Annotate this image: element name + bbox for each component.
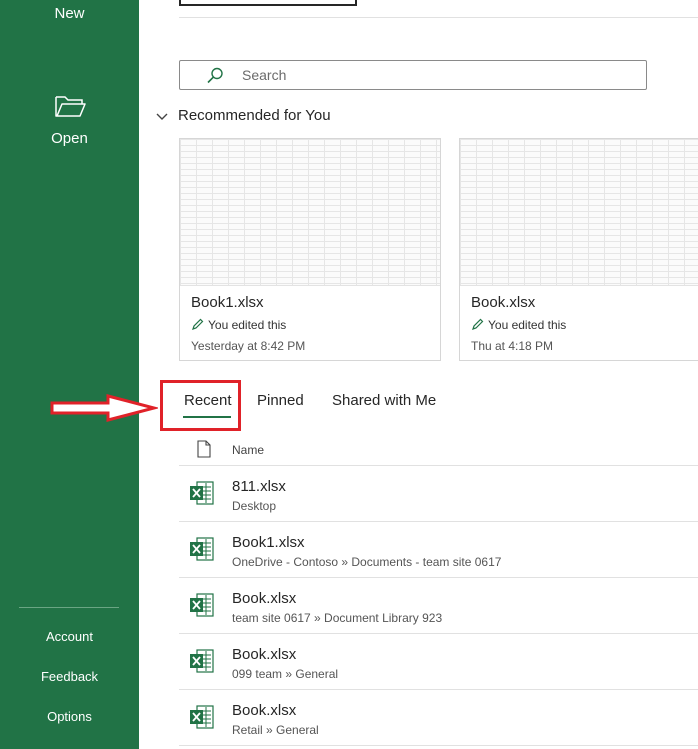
template-thumbnail-partial[interactable] (179, 0, 357, 6)
file-name: Book1.xlsx (232, 534, 305, 551)
folder-open-icon (54, 96, 86, 117)
nav-divider (19, 607, 119, 608)
backstage-nav: New Open Account Feedback Options (0, 0, 139, 749)
tab-shared-with-me[interactable]: Shared with Me (332, 392, 436, 409)
card-title: Book1.xlsx (191, 294, 264, 311)
red-arrow-annotation (50, 394, 158, 422)
nav-feedback[interactable]: Feedback (0, 669, 139, 684)
workbook-thumbnail (180, 139, 440, 286)
file-row[interactable]: Book.xlsx 099 team » General (179, 634, 698, 690)
file-path: OneDrive - Contoso » Documents - team si… (232, 555, 502, 569)
nav-options[interactable]: Options (0, 709, 139, 724)
nav-account[interactable]: Account (0, 629, 139, 644)
card-title: Book.xlsx (471, 294, 536, 311)
chevron-down-icon (156, 108, 170, 125)
file-name: 811.xlsx (232, 478, 286, 495)
card-activity: You edited this (191, 318, 286, 332)
nav-new[interactable]: New (0, 5, 139, 22)
file-row[interactable]: Book.xlsx Retail » General (179, 690, 698, 746)
excel-file-icon (190, 537, 214, 561)
file-name: Book.xlsx (232, 590, 297, 607)
divider (179, 17, 698, 18)
red-highlight-box (160, 380, 241, 431)
file-name: Book.xlsx (232, 646, 297, 663)
nav-open[interactable]: Open (0, 94, 139, 147)
card-activity: You edited this (471, 318, 566, 332)
card-activity-text: You edited this (208, 318, 287, 332)
workbook-thumbnail (460, 139, 698, 286)
file-path: 099 team » General (232, 667, 339, 681)
file-path: team site 0617 » Document Library 923 (232, 611, 443, 625)
excel-file-icon (190, 593, 214, 617)
file-name: Book.xlsx (232, 702, 297, 719)
search-box[interactable] (179, 60, 647, 90)
column-name[interactable]: Name (232, 443, 264, 457)
nav-open-label: Open (51, 130, 88, 147)
file-path: Retail » General (232, 723, 319, 737)
file-row[interactable]: Book.xlsx team site 0617 » Document Libr… (179, 578, 698, 634)
search-input[interactable] (242, 66, 622, 84)
card-time: Thu at 4:18 PM (471, 339, 554, 353)
recommended-title: Recommended for You (178, 107, 331, 124)
document-icon (197, 440, 211, 458)
excel-file-icon (190, 649, 214, 673)
file-row[interactable]: 811.xlsx Desktop (179, 466, 698, 522)
pencil-icon (472, 318, 484, 330)
recommended-card[interactable]: Book.xlsx You edited this Thu at 4:18 PM (459, 138, 698, 361)
file-row[interactable]: Book1.xlsx OneDrive - Contoso » Document… (179, 522, 698, 578)
file-list-header: Name (179, 438, 698, 466)
pencil-icon (192, 318, 204, 330)
excel-file-icon (190, 705, 214, 729)
tab-pinned[interactable]: Pinned (257, 392, 304, 409)
card-activity-text: You edited this (488, 318, 567, 332)
excel-file-icon (190, 481, 214, 505)
recommended-header[interactable]: Recommended for You (156, 107, 331, 125)
card-time: Yesterday at 8:42 PM (191, 339, 306, 353)
search-icon (207, 67, 223, 84)
file-path: Desktop (232, 499, 277, 513)
recommended-card[interactable]: Book1.xlsx You edited this Yesterday at … (179, 138, 441, 361)
